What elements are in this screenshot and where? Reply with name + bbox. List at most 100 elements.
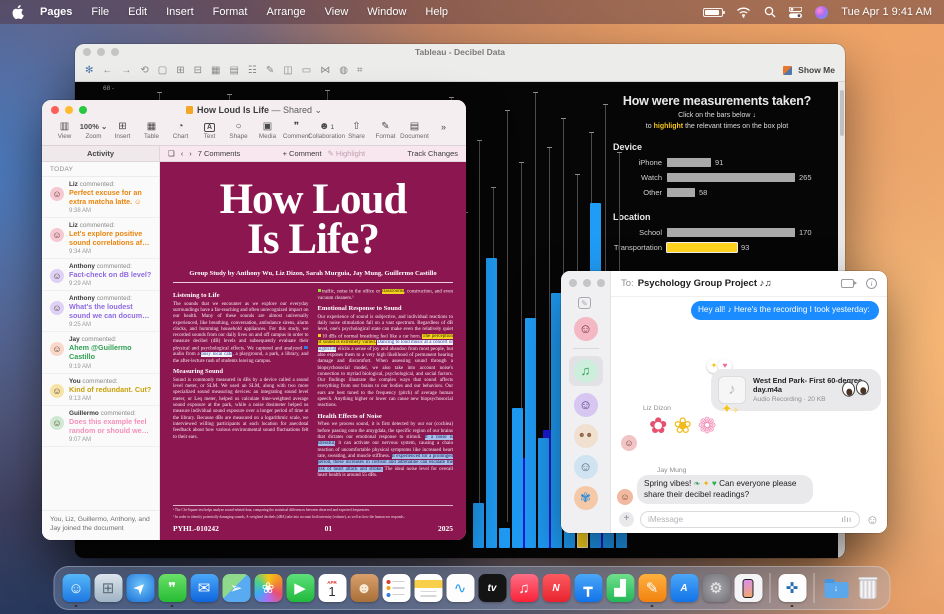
- prev-comment-button[interactable]: ‹: [181, 149, 184, 158]
- comment-item[interactable]: ☺Liz commented:Let's explore positive so…: [42, 218, 159, 259]
- dock-icon-numbers[interactable]: ▟: [606, 574, 635, 602]
- menu-item-view[interactable]: View: [325, 6, 349, 18]
- menu-item-format[interactable]: Format: [213, 6, 248, 18]
- dock-icon-maps[interactable]: ➢: [222, 574, 251, 602]
- dock-icon-calendar[interactable]: APR1: [318, 574, 347, 602]
- boxplot-bar[interactable]: [512, 408, 523, 548]
- next-comment-button[interactable]: ›: [189, 149, 192, 158]
- toolbar-icon[interactable]: ⟲: [140, 65, 148, 76]
- boxplot-bar[interactable]: [525, 318, 536, 548]
- show-me-button[interactable]: Show Me: [783, 65, 835, 75]
- toolbar-icon[interactable]: ▢: [158, 65, 167, 76]
- toolbar-icon[interactable]: ⊞: [176, 65, 184, 76]
- control-center-icon[interactable]: [789, 7, 802, 18]
- toolbar-item-share[interactable]: ⇧Share: [342, 121, 371, 140]
- dock-icon-downloads[interactable]: [822, 574, 851, 602]
- panel-bar-school[interactable]: [667, 228, 795, 237]
- menu-item-help[interactable]: Help: [425, 6, 448, 18]
- menu-item-edit[interactable]: Edit: [128, 6, 147, 18]
- toolbar-icon[interactable]: ⋈: [320, 65, 330, 76]
- battery-icon[interactable]: [703, 8, 723, 17]
- toolbar-icon[interactable]: ◍: [339, 65, 348, 76]
- info-icon[interactable]: i: [866, 278, 877, 289]
- toolbar-item-table[interactable]: ▦Table: [137, 121, 166, 140]
- video-call-icon[interactable]: [841, 279, 854, 288]
- dock-icon-tv[interactable]: tv: [478, 574, 507, 602]
- dock-icon-keynote[interactable]: ┳: [574, 574, 603, 602]
- dock-icon-facetime[interactable]: ▶: [286, 574, 315, 602]
- dock-icon-launchpad[interactable]: ⊞: [94, 574, 123, 602]
- messages-window-controls[interactable]: [569, 279, 605, 287]
- boxplot-bar[interactable]: [538, 438, 549, 548]
- panel-bar-other[interactable]: [667, 188, 695, 197]
- toolbar-icon[interactable]: ☷: [248, 65, 257, 76]
- panel-bar-transportation[interactable]: [667, 243, 737, 252]
- boxplot-bar[interactable]: [499, 528, 510, 548]
- dock-icon-photos[interactable]: ❀: [254, 574, 283, 602]
- toolbar-icon[interactable]: ←: [102, 65, 112, 76]
- toolbar-item-document[interactable]: ▤Document: [400, 121, 429, 140]
- dock-icon-mail[interactable]: ✉: [190, 574, 219, 602]
- wifi-icon[interactable]: [736, 7, 751, 18]
- conversation-avatar[interactable]: ☺: [574, 455, 598, 479]
- dock-icon-freeform[interactable]: ∿: [446, 574, 475, 602]
- toolbar-item-collaboration[interactable]: ☻1Collaboration: [311, 121, 342, 140]
- document-page[interactable]: How LoudIs Life? Group Study by Anthony …: [160, 162, 466, 540]
- emoji-picker-icon[interactable]: ☺: [866, 512, 879, 527]
- conversation-avatar[interactable]: ✾: [574, 486, 598, 510]
- toolbar-icon[interactable]: ✎: [266, 65, 274, 76]
- menu-item-arrange[interactable]: Arrange: [266, 6, 305, 18]
- dock-icon-settings[interactable]: ⚙: [702, 574, 731, 602]
- panel-bar-iphone[interactable]: [667, 158, 711, 167]
- shared-menu[interactable]: — Shared ⌄: [271, 105, 322, 115]
- toolbar-item-format[interactable]: ✎Format: [371, 121, 400, 140]
- plus-button[interactable]: +: [619, 512, 634, 527]
- toolbar-icon[interactable]: ⌗: [357, 65, 363, 76]
- dock-icon-notes[interactable]: [414, 574, 443, 602]
- dock-icon-appstore[interactable]: A: [670, 574, 699, 602]
- add-comment-button[interactable]: + Comment: [283, 149, 322, 158]
- search-icon[interactable]: [764, 6, 776, 18]
- flower-emoji-message[interactable]: ✿❀❁: [649, 413, 722, 439]
- imessage-input[interactable]: iMessage ılıı: [640, 511, 860, 528]
- comment-item[interactable]: ☺Guillermo commented:Does this example f…: [42, 406, 159, 447]
- menu-item-window[interactable]: Window: [367, 6, 406, 18]
- toolbar-item-zoom[interactable]: 100% ⌄Zoom: [79, 121, 108, 140]
- comment-item[interactable]: ☺Anthony commented:Fact-check on dB leve…: [42, 259, 159, 291]
- dock-icon-trash[interactable]: [854, 574, 883, 602]
- toolbar-icon[interactable]: ▤: [229, 65, 238, 76]
- toolbar-item-view[interactable]: ▥View: [50, 121, 79, 140]
- toolbar-item-comment[interactable]: ❞Comment: [282, 121, 311, 140]
- dock-icon-news[interactable]: N: [542, 574, 571, 602]
- menu-bar-clock[interactable]: Tue Apr 1 9:41 AM: [841, 6, 932, 18]
- boxplot-bar[interactable]: [473, 503, 484, 548]
- toolbar-item-text[interactable]: AText: [195, 121, 224, 140]
- message-bubble-sent[interactable]: Hey all! ♪ Here's the recording I took y…: [691, 301, 879, 320]
- track-changes-button[interactable]: Track Changes: [407, 149, 458, 158]
- comment-item[interactable]: ☺You commented:Kind of redundant. Cut?9:…: [42, 374, 159, 406]
- toolbar-icon[interactable]: ▦: [211, 65, 220, 76]
- sidebar-toggle-icon[interactable]: ❏: [168, 149, 175, 158]
- dock-icon-pages[interactable]: ✎: [638, 574, 667, 602]
- siri-icon[interactable]: [815, 6, 828, 19]
- panel-bar-watch[interactable]: [667, 173, 795, 182]
- toolbar-item-shape[interactable]: ○Shape: [224, 121, 253, 140]
- toolbar-icon[interactable]: ◫: [283, 65, 292, 76]
- dock-icon-iphone[interactable]: [734, 574, 763, 602]
- toolbar-icon[interactable]: →: [121, 65, 131, 76]
- dock-icon-music[interactable]: ♫: [510, 574, 539, 602]
- toolbar-item-insert[interactable]: ⊞Insert: [108, 121, 137, 140]
- menu-item-pages[interactable]: Pages: [40, 6, 72, 18]
- dock-icon-safari[interactable]: ➤: [126, 574, 155, 602]
- dock-icon-finder[interactable]: ☺: [62, 574, 91, 602]
- audio-wave-icon[interactable]: ılıı: [841, 515, 851, 524]
- dock-icon-messages[interactable]: ❞: [158, 574, 187, 602]
- menu-item-file[interactable]: File: [91, 6, 109, 18]
- highlight-button[interactable]: ✎ Highlight: [328, 149, 366, 158]
- conversation-avatar[interactable]: ☺: [574, 393, 598, 417]
- comment-item[interactable]: ☺Anthony commented:What's the loudest so…: [42, 291, 159, 332]
- boxplot-bar[interactable]: [486, 258, 497, 548]
- message-bubble-received[interactable]: Spring vibes! ❧ ✦ ♥ Can everyone please …: [637, 475, 813, 504]
- menu-item-insert[interactable]: Insert: [166, 6, 194, 18]
- toolbar-icon[interactable]: ⊟: [194, 65, 202, 76]
